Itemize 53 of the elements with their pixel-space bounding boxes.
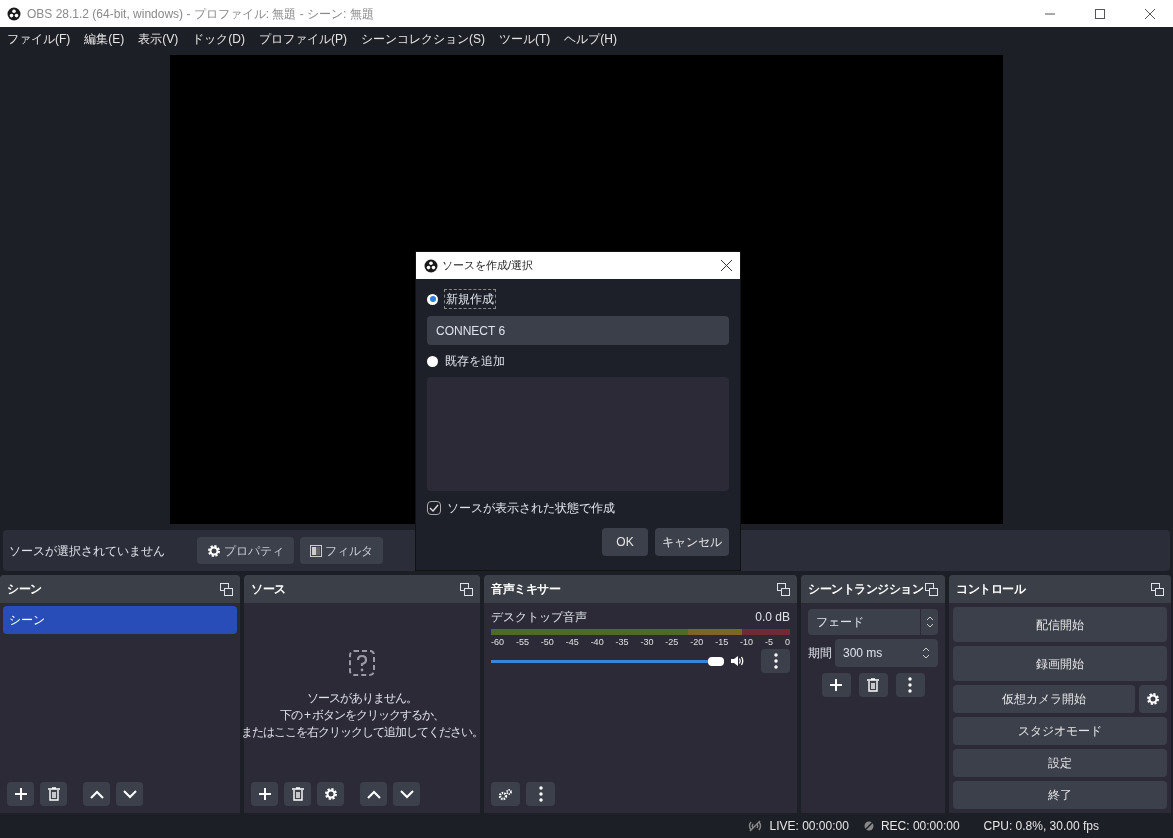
properties-button[interactable]: プロパティ [197,537,294,564]
meter-scale-label: -35 [615,636,629,648]
duration-field[interactable]: 300 ms [835,639,938,667]
radio-label[interactable]: 既存を追加 [444,352,506,370]
meter-scale-label: 0 [784,636,790,648]
menu-item[interactable]: ドック(D) [192,29,245,48]
dock-title: コントロール [956,581,1025,598]
dock-title: シーントランジション [808,581,923,598]
menu-item[interactable]: 編集(E) [84,29,125,48]
control-button[interactable]: 配信開始 [953,607,1167,642]
cancel-button[interactable]: キャンセル [655,528,729,556]
selection-status: ソースが選択されていません [9,542,166,560]
rec-timer: REC: 00:00:00 [880,817,960,835]
menu-item[interactable]: ヘルプ(H) [564,29,617,48]
control-button[interactable]: 録画開始 [953,646,1167,681]
dock-title: ソース [251,581,286,598]
control-button[interactable]: 終了 [953,781,1167,809]
meter-scale-label: -40 [590,636,604,648]
meter-scale-label: -15 [715,636,729,648]
cpu-fps-status: CPU: 0.8%, 30.00 fps [983,817,1099,835]
duration-label: 期間 [808,645,832,662]
transition-select[interactable]: フェード [808,609,938,635]
channel-name: デスクトップ音声 [491,609,587,626]
radio-label[interactable]: 新規作成 [444,289,496,309]
dock-title: シーン [7,581,42,598]
menu-item[interactable]: ファイル(F) [7,29,71,48]
name-field[interactable]: CONNECT 6 [427,316,729,345]
meter-scale-label: -10 [740,636,754,648]
meter-scale-label: -50 [540,636,554,648]
live-timer: LIVE: 00:00:00 [769,817,849,835]
meter-scale-label: -25 [665,636,679,648]
meter-scale-label: -55 [515,636,529,648]
checkbox-label[interactable]: ソースが表示された状態で作成 [447,499,615,517]
menu-item[interactable]: シーンコレクション(S) [361,29,485,48]
control-button[interactable]: 設定 [953,749,1167,777]
meter-scale-label: -45 [565,636,579,648]
control-button[interactable]: 仮想カメラ開始 [953,685,1135,713]
empty-sources-message: ソースがありません。 下の + ボタンをクリックするか、 またはここを右クリックして追加してください。 [241,689,483,741]
window-title: OBS 28.1.2 (64-bit, windows) - プロファイル: 無題 - シーン: 無題 [27,5,374,23]
scene-item[interactable]: シーン [3,606,237,634]
filters-button[interactable]: フィルタ [300,537,383,564]
menu-item[interactable]: ツール(T) [499,29,551,48]
channel-level-reading: 0.0 dB [755,609,790,626]
menu-item[interactable]: プロファイル(P) [259,29,347,48]
meter-scale-label: -5 [764,636,773,648]
meter-scale-label: -20 [690,636,704,648]
ok-button[interactable]: OK [602,528,648,556]
control-button[interactable]: スタジオモード [953,717,1167,745]
dialog-title: ソースを作成/選択 [442,258,534,274]
menu-item[interactable]: 表示(V) [138,29,179,48]
meter-scale-label: -60 [491,636,504,648]
dock-title: 音声ミキサー [491,581,560,598]
meter-scale-label: -30 [640,636,654,648]
